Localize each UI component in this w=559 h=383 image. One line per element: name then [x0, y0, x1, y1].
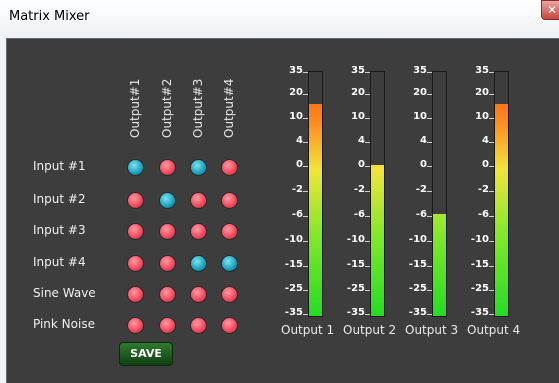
matrix-crosspoint-4-4[interactable]	[220, 254, 238, 272]
meter-scale-label: 20	[351, 87, 365, 98]
matrix-crosspoint-4-2[interactable]	[158, 254, 176, 272]
meter-level-fill	[309, 103, 322, 316]
matrix-crosspoint-3-2[interactable]	[158, 222, 176, 240]
meter-scale-label: 10	[289, 111, 303, 122]
input-label-4: Input #4	[33, 255, 86, 269]
meter-level-fill	[433, 213, 446, 316]
meter-scale-label: -25	[284, 283, 303, 294]
output-meter-1	[308, 71, 323, 317]
matrix-crosspoint-5-1[interactable]	[126, 285, 144, 303]
matrix-crosspoint-3-1[interactable]	[126, 222, 144, 240]
meter-level-fill	[371, 164, 384, 316]
output-header-1: Output#1	[128, 78, 142, 138]
matrix-crosspoint-1-2[interactable]	[158, 158, 176, 176]
matrix-crosspoint-5-2[interactable]	[158, 285, 176, 303]
output-meter-3	[432, 71, 447, 317]
meter-scale-label: -25	[408, 283, 427, 294]
close-icon[interactable]: ✕	[541, 0, 559, 20]
meter-scale-label: 10	[413, 111, 427, 122]
meter-scale-label: -35	[284, 307, 303, 318]
meter-scale-label: -35	[470, 307, 489, 318]
meter-scale-label: -25	[346, 283, 365, 294]
matrix-crosspoint-5-4[interactable]	[220, 285, 238, 303]
meter-scale-label: 20	[413, 87, 427, 98]
meter-scale-label: 0	[482, 159, 489, 170]
meter-scale-label: -25	[470, 283, 489, 294]
meter-label-1: Output 1	[281, 323, 335, 337]
meter-label-4: Output 4	[467, 323, 521, 337]
meter-scale-label: 35	[413, 65, 427, 76]
output-header-2: Output#2	[160, 78, 174, 138]
output-header-4: Output#4	[222, 78, 236, 138]
meter-scale-label: -15	[284, 259, 303, 270]
meter-level-fill	[495, 103, 508, 316]
matrix-crosspoint-1-3[interactable]	[189, 158, 207, 176]
input-label-3: Input #3	[33, 223, 86, 237]
meter-scale-label: 0	[358, 159, 365, 170]
meter-scale-label: -10	[408, 234, 427, 245]
save-button[interactable]: SAVE	[119, 342, 173, 366]
matrix-crosspoint-3-3[interactable]	[189, 222, 207, 240]
meter-scale-label: -15	[408, 259, 427, 270]
meter-scale-label: -35	[408, 307, 427, 318]
matrix-crosspoint-4-1[interactable]	[126, 254, 144, 272]
meter-scale-label: -2	[353, 184, 365, 195]
meter-scale-label: 10	[351, 111, 365, 122]
meter-scale-label: 4	[482, 135, 489, 146]
meter-scale-label: 20	[475, 87, 489, 98]
title-bar: Matrix Mixer ✕	[0, 0, 559, 38]
output-header-3: Output#3	[191, 78, 205, 138]
window-title: Matrix Mixer	[9, 9, 90, 24]
input-label-2: Input #2	[33, 192, 86, 206]
meter-scale-label: 4	[420, 135, 427, 146]
matrix-crosspoint-2-3[interactable]	[189, 191, 207, 209]
output-meter-4	[494, 71, 509, 317]
meter-scale-label: 35	[475, 65, 489, 76]
mixer-panel: SAVE Output#1 Output#2 Output#3 Output#4 Inp…	[6, 38, 559, 383]
meter-scale-label: -10	[284, 234, 303, 245]
matrix-crosspoint-6-3[interactable]	[189, 316, 207, 334]
matrix-crosspoint-6-4[interactable]	[220, 316, 238, 334]
meter-scale-label: -6	[477, 209, 489, 220]
matrix-crosspoint-2-2[interactable]	[158, 191, 176, 209]
meter-scale-label: 10	[475, 111, 489, 122]
meter-scale-label: -35	[346, 307, 365, 318]
meter-scale-label: -6	[353, 209, 365, 220]
input-label-1: Input #1	[33, 159, 86, 173]
meter-scale-label: 4	[296, 135, 303, 146]
meter-scale-label: -6	[415, 209, 427, 220]
matrix-crosspoint-1-1[interactable]	[126, 158, 144, 176]
matrix-crosspoint-6-2[interactable]	[158, 316, 176, 334]
matrix-crosspoint-6-1[interactable]	[126, 316, 144, 334]
meter-label-3: Output 3	[405, 323, 459, 337]
meter-scale-label: 35	[289, 65, 303, 76]
meter-scale-label: 35	[351, 65, 365, 76]
matrix-crosspoint-1-4[interactable]	[220, 158, 238, 176]
meter-scale-label: 0	[420, 159, 427, 170]
matrix-crosspoint-4-3[interactable]	[189, 254, 207, 272]
meter-scale-label: 4	[358, 135, 365, 146]
meter-scale-label: -6	[291, 209, 303, 220]
matrix-crosspoint-5-3[interactable]	[189, 285, 207, 303]
meter-scale-label: -15	[470, 259, 489, 270]
output-meter-2	[370, 71, 385, 317]
meter-scale-label: 20	[289, 87, 303, 98]
meter-scale-label: 0	[296, 159, 303, 170]
meter-label-2: Output 2	[343, 323, 397, 337]
matrix-crosspoint-2-1[interactable]	[126, 191, 144, 209]
matrix-crosspoint-2-4[interactable]	[220, 191, 238, 209]
meter-scale-label: -2	[477, 184, 489, 195]
input-label-6: Pink Noise	[33, 317, 95, 331]
input-label-5: Sine Wave	[33, 286, 96, 300]
meter-scale-label: -10	[346, 234, 365, 245]
meter-scale-label: -2	[291, 184, 303, 195]
matrix-crosspoint-3-4[interactable]	[220, 222, 238, 240]
meter-scale-label: -2	[415, 184, 427, 195]
meter-scale-label: -10	[470, 234, 489, 245]
meter-scale-label: -15	[346, 259, 365, 270]
